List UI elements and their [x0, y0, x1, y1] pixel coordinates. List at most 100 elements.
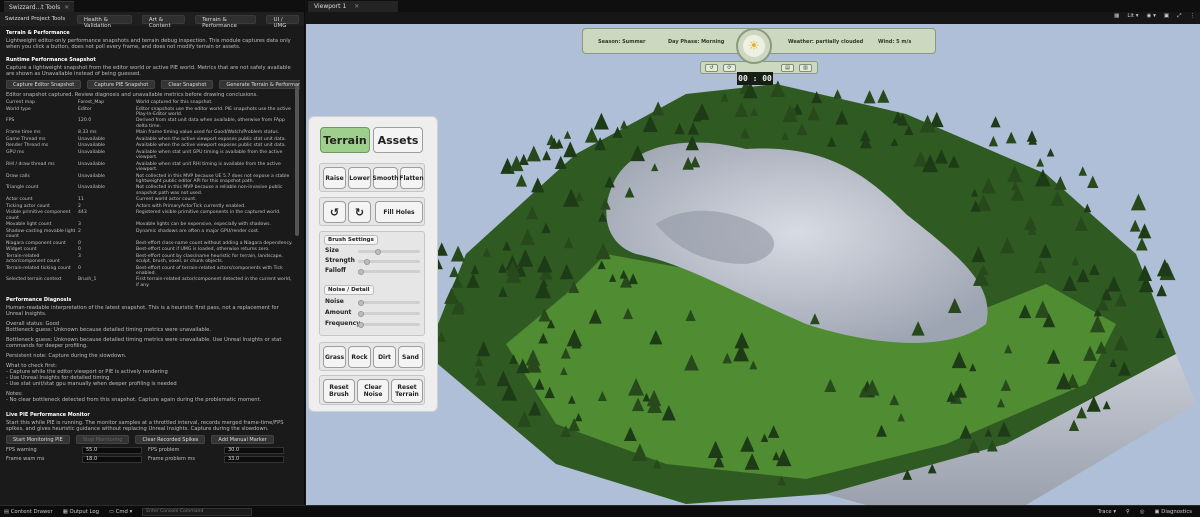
assets-tab[interactable]: Assets: [373, 127, 423, 153]
source-control-icon[interactable]: ⚲: [1126, 509, 1130, 515]
tool-header: Swizzard Project Tools Health & Validati…: [0, 12, 304, 29]
metrics-table: Current map Forest_Map World captured for …: [6, 100, 294, 288]
tab-terrain-performance[interactable]: Terrain & Performance: [195, 14, 257, 29]
redo-icon[interactable]: ↻: [348, 201, 371, 223]
capture-editor-snapshot-button[interactable]: Capture Editor Snapshot: [6, 80, 82, 89]
brush-settings-title: Brush Settings: [324, 235, 378, 245]
undo-icon[interactable]: ↺: [323, 201, 346, 223]
fps-warning-field[interactable]: 55.0: [82, 446, 142, 454]
more-icon[interactable]: ⋮: [1190, 13, 1196, 20]
pine-tree: [877, 89, 890, 103]
falloff-label: Falloff: [325, 267, 346, 274]
noise-slider[interactable]: [358, 299, 420, 306]
falloff-slider[interactable]: [358, 268, 420, 275]
pine-tree: [988, 135, 999, 147]
metric-name: Niagara component count: [6, 240, 66, 246]
layout-icon[interactable]: ▣: [1164, 13, 1169, 20]
metric-row: Niagara component count 0 Best-effort clas…: [6, 241, 294, 246]
viewport-tab-label: Viewport 1: [314, 3, 347, 10]
smooth-button[interactable]: Smooth: [373, 167, 398, 189]
metric-description: Actors with PrimaryActorTick currently e…: [136, 203, 246, 209]
close-icon[interactable]: ✕: [64, 4, 69, 11]
metric-description: Not collected in this MVP because a reli…: [136, 185, 283, 196]
slider-knob[interactable]: [358, 310, 364, 317]
viewport-panel[interactable]: Viewport 1 ✕ ▦ Lit ▾ ◉ ▾ ▣ ⤢ ⋮ Season: S…: [306, 0, 1200, 505]
slider-knob[interactable]: [358, 321, 364, 328]
content-drawer-button[interactable]: ▤ Content Drawer: [4, 509, 53, 515]
slider-knob[interactable]: [363, 258, 370, 265]
trace-label: Trace: [1097, 508, 1112, 515]
vertical-scrollbar[interactable]: [295, 86, 299, 236]
rewind-icon[interactable]: ↺: [705, 64, 718, 72]
close-icon[interactable]: ✕: [354, 3, 359, 10]
dirt-button[interactable]: Dirt: [373, 346, 396, 368]
history-group: ↺ ↻ Fill Holes: [319, 197, 425, 226]
strength-slider[interactable]: [358, 258, 420, 265]
output-log-label: Output Log: [69, 508, 99, 515]
reset-terrain-button[interactable]: Reset Terrain: [391, 379, 423, 403]
clear-snapshot-button[interactable]: Clear Snapshot: [161, 80, 214, 89]
fps-problem-field[interactable]: 30.0: [224, 446, 284, 454]
load-icon[interactable]: ▥: [799, 64, 812, 72]
diagnostics-button[interactable]: ▣ Diagnostics: [1155, 509, 1192, 515]
metric-value: 2: [78, 203, 81, 209]
metric-description: Best-effort class-name count without add…: [136, 240, 293, 246]
clock-display: 00 : 00: [737, 72, 773, 85]
rock-button[interactable]: Rock: [348, 346, 371, 368]
console-input[interactable]: Enter Console Command: [142, 507, 253, 516]
flatten-button[interactable]: Flatten: [399, 167, 424, 189]
refresh-icon[interactable]: ⟳: [723, 64, 736, 72]
clear-noise-button[interactable]: Clear Noise: [357, 379, 389, 403]
grass-button[interactable]: Grass: [323, 346, 346, 368]
metric-name: Draw calls: [6, 173, 30, 179]
slider-knob[interactable]: [358, 268, 364, 275]
cmd-dropdown[interactable]: ▭ Cmd ▾: [109, 509, 132, 515]
metric-name: Current map: [6, 100, 35, 105]
output-log-button[interactable]: ▦ Output Log: [63, 509, 99, 515]
frame-problem-field[interactable]: 33.0: [224, 455, 284, 463]
strength-label: Strength: [325, 257, 355, 264]
stop-monitoring-button[interactable]: Stop Monitoring: [75, 434, 130, 444]
clear-spikes-button[interactable]: Clear Recorded Spikes: [135, 434, 206, 444]
trace-button[interactable]: Trace ▾: [1098, 509, 1116, 515]
fill-holes-button[interactable]: Fill Holes: [375, 201, 423, 223]
capture-pie-snapshot-button[interactable]: Capture PIE Snapshot: [87, 80, 156, 89]
lower-button[interactable]: Lower: [348, 167, 371, 189]
tab-health-validation[interactable]: Health & Validation: [76, 14, 132, 29]
raise-button[interactable]: Raise: [323, 167, 346, 189]
frequency-slider[interactable]: [358, 321, 420, 328]
frequency-label: Frequency: [325, 320, 361, 327]
metric-name: Selected terrain context: [6, 277, 62, 283]
lit-mode-button[interactable]: Lit ▾: [1127, 13, 1138, 20]
terrain-tab[interactable]: Terrain: [320, 127, 370, 153]
revision-icon[interactable]: ◎: [1140, 509, 1145, 515]
metric-name: Triangle count: [6, 185, 39, 191]
tab-art-content[interactable]: Art & Content: [141, 14, 186, 29]
tools-doc-tab-label: Swizzard...t Tools: [9, 3, 61, 11]
metric-description: Available when the active viewport expos…: [136, 136, 286, 142]
maximize-icon[interactable]: ⤢: [1177, 13, 1181, 20]
reset-brush-button[interactable]: Reset Brush: [323, 379, 355, 403]
pine-tree: [1136, 237, 1148, 251]
frame-warn-field[interactable]: 18.0: [82, 455, 142, 463]
scene-view[interactable]: [306, 24, 1200, 505]
tools-doc-tab[interactable]: Swizzard...t Tools ✕: [4, 1, 75, 12]
sand-button[interactable]: Sand: [398, 346, 423, 368]
metric-value: 0: [78, 240, 81, 246]
cmd-label: Cmd: [115, 508, 128, 515]
pine-tree: [450, 245, 466, 262]
grid-icon[interactable]: ▦: [1114, 13, 1119, 20]
viewport-tab[interactable]: Viewport 1 ✕: [308, 1, 398, 12]
size-slider[interactable]: [358, 248, 420, 255]
tab-ui-umg[interactable]: UI / UMG: [266, 14, 300, 29]
slider-knob[interactable]: [374, 248, 381, 255]
start-monitoring-button[interactable]: Start Monitoring PIE: [6, 434, 70, 444]
time-of-day-dial[interactable]: ☀: [736, 28, 772, 64]
slider-knob[interactable]: [358, 299, 364, 306]
amount-slider[interactable]: [358, 310, 420, 317]
save-icon[interactable]: ▤: [781, 64, 794, 72]
eye-icon[interactable]: ◉ ▾: [1147, 13, 1156, 20]
generate-report-button[interactable]: Generate Terrain & Performance Report: [219, 80, 300, 89]
tool-scroll-area[interactable]: Terrain & Performance Lightweight editor…: [0, 26, 300, 505]
add-marker-button[interactable]: Add Manual Marker: [211, 434, 274, 444]
